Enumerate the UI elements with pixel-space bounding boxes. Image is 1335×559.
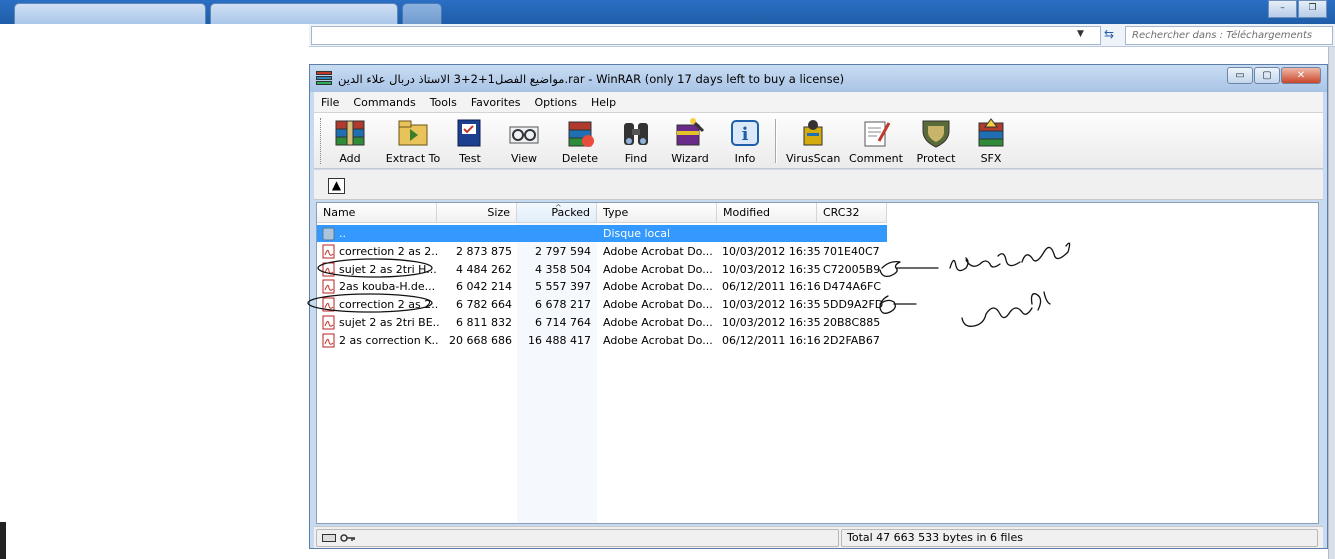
- view-label: View: [510, 152, 538, 165]
- pdf-file-icon: [322, 297, 335, 312]
- menu-tools[interactable]: Tools: [423, 96, 464, 109]
- virus-scan-label: VirusScan: [786, 152, 841, 165]
- parent-folder-icon: [322, 227, 335, 241]
- extract-to-button[interactable]: Extract To: [382, 117, 444, 167]
- view-button[interactable]: View: [504, 117, 544, 167]
- address-dropdown-icon[interactable]: ▼: [1077, 29, 1084, 39]
- protect-icon: [919, 117, 953, 149]
- comment-icon: [859, 117, 893, 149]
- background-scroll-strip: [1328, 47, 1335, 559]
- table-row[interactable]: correction 2 as 2... 6 782 664 6 678 217…: [317, 296, 1318, 313]
- add-button[interactable]: Add: [330, 117, 370, 167]
- menu-commands[interactable]: Commands: [346, 96, 422, 109]
- test-icon: [453, 117, 487, 149]
- key-icon[interactable]: [340, 533, 356, 543]
- window-controls: ▭ ▢ ✕: [1227, 67, 1321, 84]
- sfx-icon: [974, 117, 1008, 149]
- delete-button[interactable]: Delete: [560, 117, 600, 167]
- sort-ascending-icon: ^: [555, 203, 562, 212]
- find-icon: [619, 117, 653, 149]
- column-header-packed[interactable]: ^ Packed: [517, 203, 597, 223]
- pdf-file-icon: [322, 244, 335, 259]
- column-header-size[interactable]: Size: [437, 203, 517, 223]
- browser-tab-strip: – ❐: [0, 0, 1335, 24]
- archive-path-bar: ▲: [314, 170, 1323, 200]
- refresh-icon[interactable]: ⇆: [1099, 27, 1119, 44]
- search-input[interactable]: Rechercher dans : Téléchargements: [1125, 26, 1333, 45]
- table-row[interactable]: sujet 2 as 2tri H... 4 484 262 4 358 504…: [317, 261, 1318, 278]
- browser-address-bar: ▼ ⇆ Rechercher dans : Téléchargements: [309, 24, 1335, 47]
- table-row[interactable]: correction 2 as 2... 2 873 875 2 797 594…: [317, 243, 1318, 260]
- window-title: مواضيع الفصل1+2+3 الاستاذ دربال علاء الد…: [338, 72, 845, 86]
- delete-icon: [563, 117, 597, 149]
- column-header-crc32[interactable]: CRC32: [817, 203, 887, 223]
- drive-icon[interactable]: [322, 534, 336, 542]
- toolbar-grip[interactable]: [320, 118, 323, 164]
- winrar-app-icon: [316, 71, 332, 86]
- file-list[interactable]: Name Size ^ Packed Type Modified CRC32 .…: [316, 202, 1319, 524]
- status-bar: Total 47 663 533 bytes in 6 files: [314, 526, 1323, 548]
- browser-tab[interactable]: [210, 3, 398, 24]
- background-panel: [0, 24, 309, 464]
- virus-scan-button[interactable]: VirusScan: [786, 117, 840, 167]
- add-icon: [333, 117, 367, 149]
- extract-to-label: Extract To: [385, 152, 441, 165]
- view-icon: [507, 117, 541, 149]
- menu-bar: File Commands Tools Favorites Options He…: [314, 92, 1323, 112]
- table-row[interactable]: 2 as correction K... 20 668 686 16 488 4…: [317, 332, 1318, 349]
- add-label: Add: [339, 152, 361, 165]
- menu-help[interactable]: Help: [584, 96, 623, 109]
- toolbar-separator: [775, 119, 777, 163]
- find-button[interactable]: Find: [618, 117, 654, 167]
- info-icon: i: [728, 117, 762, 149]
- delete-label: Delete: [561, 152, 599, 165]
- status-summary: Total 47 663 533 bytes in 6 files: [841, 529, 1318, 547]
- menu-file[interactable]: File: [314, 96, 346, 109]
- table-row-parent[interactable]: .. Disque local: [317, 225, 887, 242]
- sfx-label: SFX: [980, 152, 1002, 165]
- browser-window-controls: – ❐: [1267, 0, 1327, 18]
- menu-options[interactable]: Options: [528, 96, 584, 109]
- menu-favorites[interactable]: Favorites: [464, 96, 528, 109]
- column-header-name[interactable]: Name: [317, 203, 437, 223]
- test-button[interactable]: Test: [452, 117, 488, 167]
- up-folder-icon[interactable]: ▲: [328, 178, 345, 194]
- winrar-window: مواضيع الفصل1+2+3 الاستاذ دربال علاء الد…: [309, 64, 1328, 549]
- pdf-file-icon: [322, 262, 335, 277]
- find-label: Find: [624, 152, 648, 165]
- address-input[interactable]: [311, 26, 1101, 45]
- close-button[interactable]: ✕: [1281, 67, 1321, 84]
- extract-to-icon: [396, 117, 430, 149]
- wizard-icon: [673, 117, 707, 149]
- table-row[interactable]: sujet 2 as 2tri BE... 6 811 832 6 714 76…: [317, 314, 1318, 331]
- protect-label: Protect: [916, 152, 956, 165]
- new-tab-button[interactable]: [402, 3, 442, 24]
- title-bar[interactable]: مواضيع الفصل1+2+3 الاستاذ دربال علاء الد…: [310, 65, 1327, 92]
- table-row[interactable]: 2as kouba-H.de... 6 042 214 5 557 397 Ad…: [317, 278, 1318, 295]
- browser-maximize-button[interactable]: ❐: [1298, 0, 1327, 18]
- sfx-button[interactable]: SFX: [974, 117, 1008, 167]
- browser-minimize-button[interactable]: –: [1268, 0, 1297, 18]
- column-header-type[interactable]: Type: [597, 203, 717, 223]
- minimize-button[interactable]: ▭: [1227, 67, 1253, 84]
- pdf-file-icon: [322, 315, 335, 330]
- wizard-label: Wizard: [671, 152, 709, 165]
- svg-text:i: i: [742, 124, 749, 145]
- column-header-modified[interactable]: Modified: [717, 203, 817, 223]
- comment-label: Comment: [849, 152, 903, 165]
- test-label: Test: [459, 152, 481, 165]
- toolbar: Add Extract To Test View Delete Find Wiz…: [314, 112, 1323, 169]
- pdf-file-icon: [322, 333, 335, 348]
- info-label: Info: [734, 152, 756, 165]
- browser-tab[interactable]: [14, 3, 206, 24]
- wizard-button[interactable]: Wizard: [668, 117, 712, 167]
- info-button[interactable]: i Info: [728, 117, 762, 167]
- background-panel-lower: [0, 464, 309, 559]
- protect-button[interactable]: Protect: [914, 117, 958, 167]
- comment-button[interactable]: Comment: [848, 117, 904, 167]
- status-left-panel: [316, 529, 839, 547]
- maximize-button[interactable]: ▢: [1254, 67, 1280, 84]
- virus-scan-icon: [796, 117, 830, 149]
- pdf-file-icon: [322, 279, 335, 294]
